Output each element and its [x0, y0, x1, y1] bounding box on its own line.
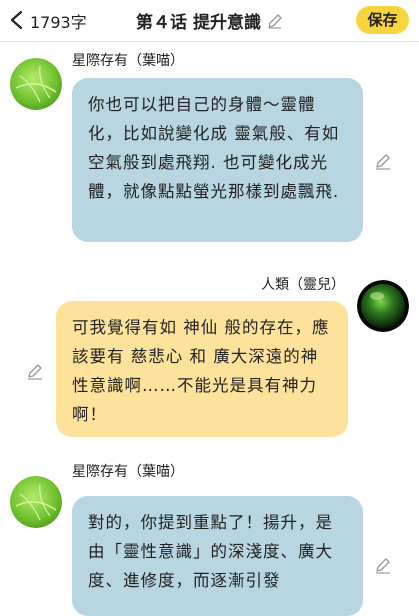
message-bubble[interactable]: 對的，你提到重點了！揚升，是由「靈性意識」的深淺度、廣大度、進修度，而逐漸引發: [72, 496, 363, 616]
page-title[interactable]: 第４话 提升意識: [136, 8, 261, 33]
sender-name: 星際存有（葉喵）: [72, 464, 184, 480]
pencil-icon[interactable]: [374, 152, 392, 170]
avatar-right[interactable]: [357, 280, 409, 332]
word-count: 1793字: [30, 13, 87, 32]
sender-name: 星際存有（葉喵）: [72, 53, 184, 69]
green-leaf-avatar-icon: [10, 58, 62, 110]
avatar-left[interactable]: [10, 476, 62, 528]
green-orb-avatar-icon: [357, 280, 409, 332]
top-bar: 1793字 第４话 提升意識 保存: [0, 0, 419, 40]
green-leaf-avatar-icon: [10, 476, 62, 528]
chevron-left-icon[interactable]: [8, 10, 26, 30]
message-bubble[interactable]: 可我覺得有如 神仙 般的存在，應該要有 慈悲心 和 廣大深遠的神性意識啊……不能…: [56, 301, 348, 437]
sender-name: 人類（靈兒）: [261, 277, 345, 293]
pencil-icon[interactable]: [374, 556, 392, 574]
pencil-icon[interactable]: [267, 13, 283, 29]
message-bubble[interactable]: 你也可以把自己的身體～靈體化，比如說變化成 靈氣般、有如空氣般到處飛翔. 也可變…: [72, 78, 363, 242]
pencil-icon[interactable]: [26, 362, 44, 380]
save-button[interactable]: 保存: [356, 6, 409, 34]
avatar-left[interactable]: [10, 58, 62, 110]
header-divider: [0, 41, 419, 42]
